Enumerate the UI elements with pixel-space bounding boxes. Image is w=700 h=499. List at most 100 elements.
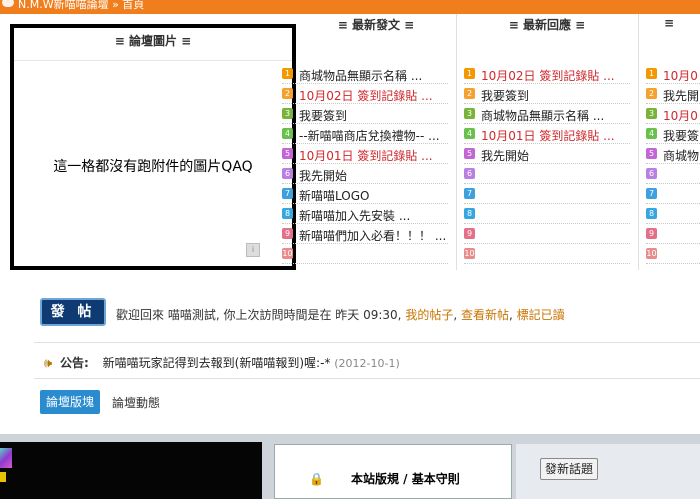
list-item[interactable]: 1 10月02日 簽到記錄貼 ... bbox=[464, 64, 630, 84]
rank-number-icon: 10 bbox=[464, 248, 475, 259]
dark-side-pane bbox=[0, 442, 262, 499]
announcement-date: (2012-10-1) bbox=[334, 357, 400, 370]
divider bbox=[34, 342, 700, 343]
rank-number-icon: 4 bbox=[282, 128, 293, 139]
list-item[interactable]: 5 我先開始 bbox=[464, 144, 630, 164]
list-item[interactable]: 3 商城物品無顯示名稱 ... bbox=[464, 104, 630, 124]
rank-number-icon: 9 bbox=[646, 228, 657, 239]
thread-title-link[interactable]: 10月01日 簽到記錄貼 ... bbox=[481, 127, 615, 144]
new-post-button[interactable]: 發 帖 bbox=[40, 298, 106, 326]
top-strip: N.M.W新喵喵論壇 » 首頁 bbox=[0, 0, 700, 14]
forum-info-area: 發 帖 歡迎回來 喵喵測試, 你上次訪問時間是在 昨天 09:30, 我的帖子,… bbox=[0, 270, 700, 434]
list-item[interactable]: 8 新喵喵加入先安裝 ... bbox=[282, 204, 448, 224]
thread-title-link[interactable]: 我要簽到 bbox=[299, 107, 347, 124]
list-item[interactable]: 10 bbox=[282, 244, 448, 264]
list-item[interactable]: 9 bbox=[646, 224, 700, 244]
rank-number-icon: 6 bbox=[464, 168, 475, 179]
thread-title-link[interactable]: 10月02日 簽到記錄貼 ... bbox=[299, 87, 433, 104]
list-item[interactable]: 4 10月01日 簽到記錄貼 ... bbox=[464, 124, 630, 144]
pictures-placeholder-text: 這一格都沒有跑附件的圖片QAQ bbox=[53, 159, 253, 175]
list-item[interactable]: 2 我先開 bbox=[646, 84, 700, 104]
thread-title-link[interactable]: 我要簽 bbox=[663, 127, 699, 144]
list-item[interactable]: 1 10月0 bbox=[646, 64, 700, 84]
list-item[interactable]: 9 新喵喵們加入必看！！！ ... bbox=[282, 224, 448, 244]
chat-bubble-icon bbox=[2, 0, 14, 7]
thread-title-link[interactable]: 商城物品無顯示名稱 ... bbox=[299, 67, 422, 84]
list-item[interactable]: 5 10月01日 簽到記錄貼 ... bbox=[282, 144, 448, 164]
thread-title-link[interactable]: 新喵喵LOGO bbox=[299, 187, 369, 204]
list-item[interactable]: 8 bbox=[646, 204, 700, 224]
gem-logo-icon bbox=[0, 448, 12, 468]
rank-number-icon: 7 bbox=[646, 188, 657, 199]
tab-forum-activity[interactable]: 論壇動態 bbox=[112, 394, 160, 411]
list-item[interactable]: 10 bbox=[464, 244, 630, 264]
rank-number-icon: 8 bbox=[464, 208, 475, 219]
new-replies-list: 1 10月02日 簽到記錄貼 ... 2 我要簽到 3 商城物品無顯示名稱 ... 4 10月… bbox=[464, 64, 630, 264]
list-item[interactable]: 8 bbox=[464, 204, 630, 224]
rank-number-icon: 1 bbox=[646, 68, 657, 79]
list-item[interactable]: 5 商城物 bbox=[646, 144, 700, 164]
rank-number-icon: 5 bbox=[464, 148, 475, 159]
fourth-column-list: 1 10月0 2 我先開 3 10月0 4 我要簽 5 商城物 6 7 8 9 10 bbox=[646, 64, 700, 264]
thread-title-link[interactable]: 10月01日 簽到記錄貼 ... bbox=[299, 147, 433, 164]
rules-pane: 🔒 本站版規 / 基本守則 bbox=[274, 444, 512, 499]
list-item[interactable]: 3 10月0 bbox=[646, 104, 700, 124]
list-item[interactable]: 7 bbox=[646, 184, 700, 204]
list-item[interactable]: 6 我先開始 bbox=[282, 164, 448, 184]
column-divider bbox=[456, 14, 457, 270]
thread-title-link[interactable]: 我先開 bbox=[663, 87, 699, 104]
thread-title-link[interactable]: 10月0 bbox=[663, 67, 698, 84]
divider bbox=[14, 60, 292, 61]
list-item[interactable]: 3 我要簽到 bbox=[282, 104, 448, 124]
list-item[interactable]: 4 --新喵喵商店兌換禮物-- ... bbox=[282, 124, 448, 144]
rank-number-icon: 4 bbox=[464, 128, 475, 139]
thread-title-link[interactable]: 商城物 bbox=[663, 147, 699, 164]
thread-title-link[interactable]: 新喵喵加入先安裝 ... bbox=[299, 207, 410, 224]
new-topic-button[interactable]: 發新話題 bbox=[540, 458, 598, 480]
my-posts-link[interactable]: 我的帖子 bbox=[405, 308, 453, 322]
thread-title-link[interactable]: 我先開始 bbox=[481, 147, 529, 164]
rank-number-icon: 2 bbox=[282, 88, 293, 99]
rank-number-icon: 7 bbox=[282, 188, 293, 199]
list-item[interactable]: 7 bbox=[464, 184, 630, 204]
thread-title-link[interactable]: 商城物品無顯示名稱 ... bbox=[481, 107, 604, 124]
rank-number-icon: 9 bbox=[282, 228, 293, 239]
welcome-text: 歡迎回來 喵喵測試, 你上次訪問時間是在 昨天 09:30, bbox=[116, 308, 402, 322]
thread-title-link[interactable]: 我先開始 bbox=[299, 167, 347, 184]
rank-number-icon: 5 bbox=[282, 148, 293, 159]
rank-number-icon: 6 bbox=[282, 168, 293, 179]
list-item[interactable]: 7 新喵喵LOGO bbox=[282, 184, 448, 204]
thread-title-link[interactable]: 10月02日 簽到記錄貼 ... bbox=[481, 67, 615, 84]
list-item[interactable]: 2 10月02日 簽到記錄貼 ... bbox=[282, 84, 448, 104]
announcement-text[interactable]: 新喵喵玩家記得到去報到(新喵喵報到)喔:-* bbox=[103, 356, 331, 370]
topic-actions-pane: 發新話題 bbox=[516, 444, 700, 499]
rank-number-icon: 9 bbox=[464, 228, 475, 239]
list-item[interactable]: 6 bbox=[646, 164, 700, 184]
thread-title-link[interactable]: --新喵喵商店兌換禮物-- ... bbox=[299, 127, 440, 144]
forum-pictures-box: ≡ 論壇圖片 ≡ 這一格都沒有跑附件的圖片QAQ i bbox=[10, 24, 296, 270]
list-item[interactable]: 2 我要簽到 bbox=[464, 84, 630, 104]
breadcrumb[interactable]: N.M.W新喵喵論壇 » 首頁 bbox=[18, 0, 144, 12]
view-new-posts-link[interactable]: 查看新帖 bbox=[461, 308, 509, 322]
rank-number-icon: 5 bbox=[646, 148, 657, 159]
rank-number-icon: 1 bbox=[282, 68, 293, 79]
list-item[interactable]: 6 bbox=[464, 164, 630, 184]
tab-forum-sections[interactable]: 論壇版塊 bbox=[40, 390, 100, 414]
list-item[interactable]: 4 我要簽 bbox=[646, 124, 700, 144]
rank-number-icon: 3 bbox=[282, 108, 293, 119]
thread-title-link[interactable]: 新喵喵們加入必看！！！ ... bbox=[299, 227, 446, 244]
list-item[interactable]: 10 bbox=[646, 244, 700, 264]
rank-number-icon: 1 bbox=[464, 68, 475, 79]
list-item[interactable]: 1 商城物品無顯示名稱 ... bbox=[282, 64, 448, 84]
new-posts-list: 1 商城物品無顯示名稱 ... 2 10月02日 簽到記錄貼 ... 3 我要簽到 4 --新… bbox=[282, 64, 448, 264]
list-item[interactable]: 9 bbox=[464, 224, 630, 244]
thread-title-link[interactable]: 10月0 bbox=[663, 107, 698, 124]
rank-number-icon: 6 bbox=[646, 168, 657, 179]
fourth-column-title: ≡ bbox=[663, 16, 675, 30]
site-rules-link[interactable]: 本站版規 / 基本守則 bbox=[351, 470, 460, 487]
mark-read-link[interactable]: 標記已讀 bbox=[517, 308, 565, 322]
slideshow-indicator-button[interactable]: i bbox=[246, 243, 260, 257]
rank-number-icon: 2 bbox=[464, 88, 475, 99]
new-replies-title: ≡ 最新回應 ≡ bbox=[508, 18, 586, 32]
thread-title-link[interactable]: 我要簽到 bbox=[481, 87, 529, 104]
